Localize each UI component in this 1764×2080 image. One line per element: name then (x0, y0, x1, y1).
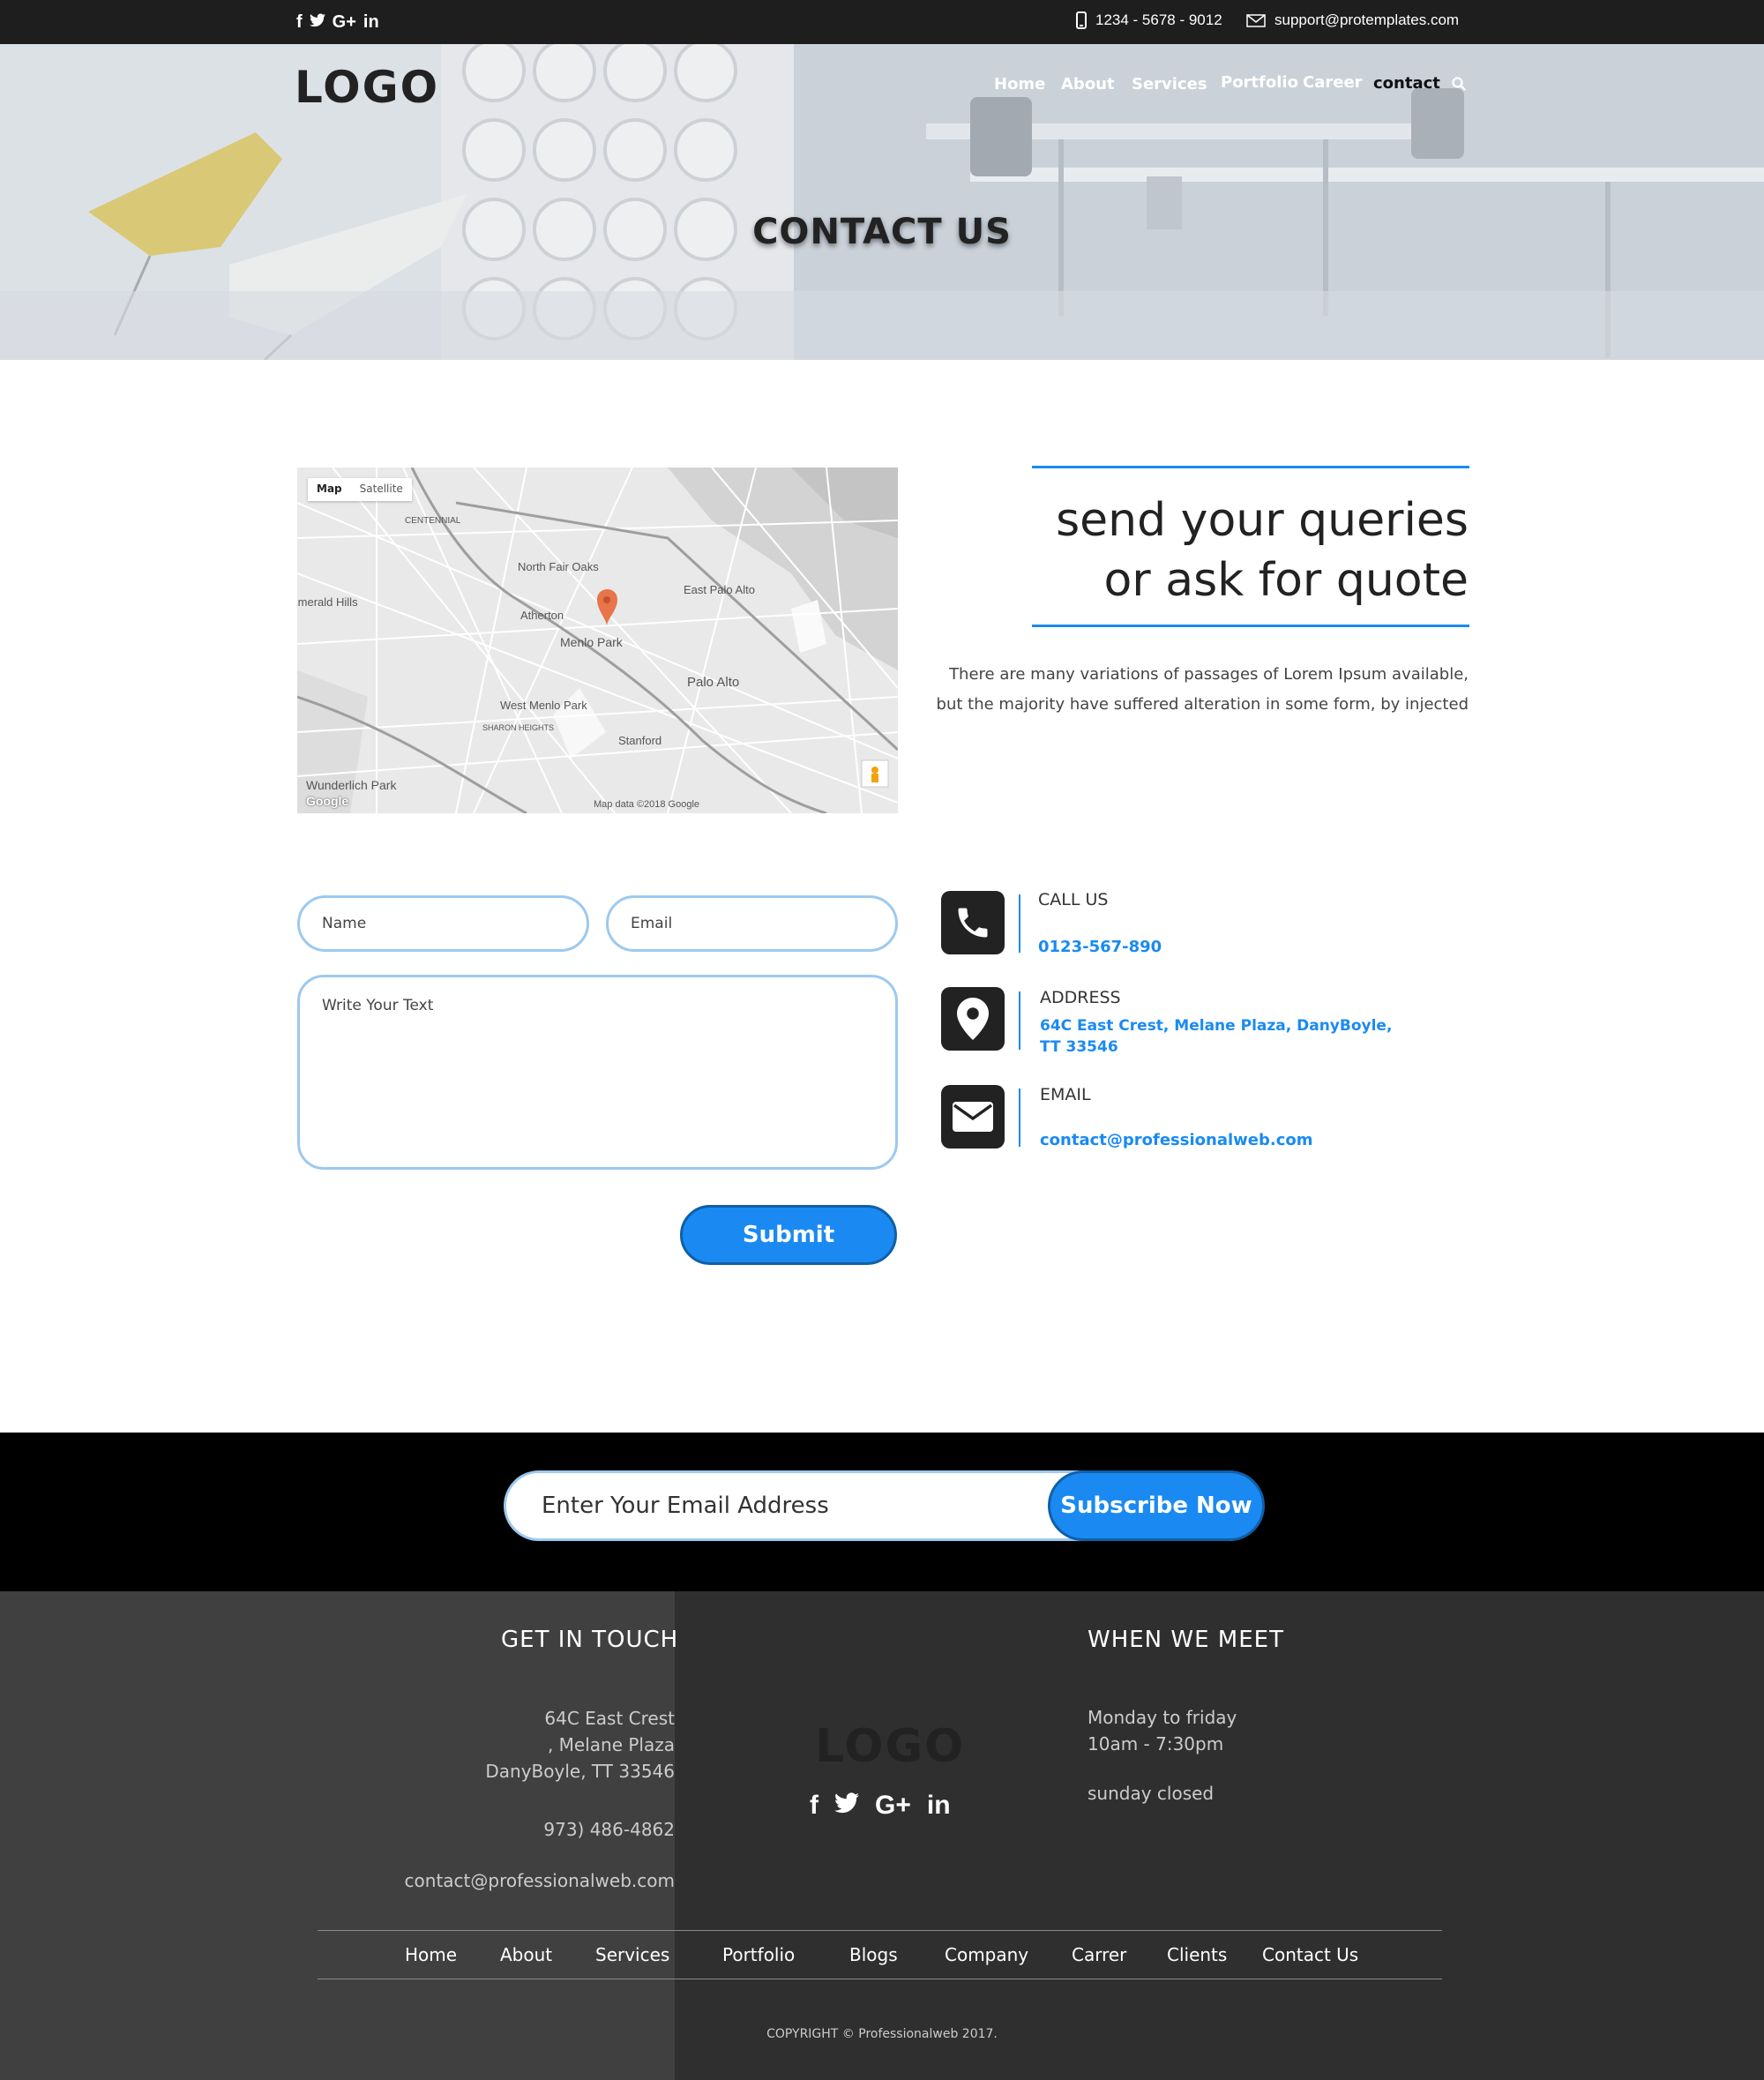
address-line2: TT 33546 (1040, 1038, 1118, 1056)
quote-paragraph-line2: but the majority have suffered alteratio… (936, 695, 1469, 714)
footer-address-2: , Melane Plaza (547, 1734, 675, 1755)
email-value[interactable]: contact@professionalweb.com (1040, 1130, 1313, 1151)
name-placeholder: Name (322, 915, 367, 932)
address-label: ADDRESS (1040, 988, 1121, 1007)
nav-services[interactable]: Services (1132, 75, 1207, 94)
footer-address-3: DanyBoyle, TT 33546 (485, 1761, 675, 1782)
footer-hours-days: Monday to friday (1088, 1707, 1237, 1728)
map-tab-map[interactable]: Map (308, 478, 351, 501)
footer-social-links: f G+ in (810, 1791, 951, 1821)
map-label: Wunderlich Park (306, 778, 397, 792)
email-divider (1019, 1089, 1020, 1147)
map-label: SHARON HEIGHTS (482, 723, 555, 732)
map-attribution: Map data ©2018 Google (594, 799, 700, 810)
facebook-icon[interactable]: f (296, 12, 303, 33)
linkedin-icon[interactable]: in (363, 12, 379, 33)
facebook-icon[interactable]: f (810, 1791, 818, 1821)
footer-link-blogs[interactable]: Blogs (849, 1944, 898, 1965)
heading-top-rule (1032, 466, 1469, 468)
top-social-links: f G+ in (296, 11, 379, 34)
call-value[interactable]: 0123-567-890 (1038, 937, 1162, 958)
map-label: North Fair Oaks (518, 560, 599, 573)
page-title: CONTACT US (752, 212, 1012, 252)
google-logo: Google (306, 794, 349, 808)
message-textarea[interactable]: Write Your Text (297, 975, 898, 1170)
nav-home[interactable]: Home (994, 75, 1045, 94)
submit-button[interactable]: Submit (680, 1205, 897, 1265)
map-label: Menlo Park (560, 635, 623, 649)
nav-portfolio[interactable]: Portfolio (1221, 73, 1298, 92)
when-we-meet-heading: WHEN WE MEET (1088, 1627, 1284, 1653)
map-label: West Menlo Park (500, 699, 587, 712)
search-icon[interactable] (1452, 77, 1466, 91)
site-logo[interactable]: LOGO (295, 62, 439, 113)
twitter-icon[interactable] (309, 12, 325, 33)
footer-hours-time: 10am - 7:30pm (1088, 1733, 1224, 1755)
map-label: Emerald Hills (297, 595, 358, 609)
topbar-email-text[interactable]: support@protemplates.com (1274, 11, 1459, 29)
google-plus-icon[interactable]: G+ (875, 1791, 911, 1821)
mobile-phone-icon (1076, 11, 1087, 29)
copyright-text: COPYRIGHT © Professionalweb 2017. (766, 2027, 998, 2041)
footer-link-home[interactable]: Home (405, 1944, 457, 1965)
google-plus-icon[interactable]: G+ (333, 12, 356, 33)
topbar-phone-text: 1234 - 5678 - 9012 (1095, 11, 1222, 28)
call-divider (1019, 894, 1020, 953)
envelope-icon (1246, 13, 1266, 27)
twitter-icon[interactable] (834, 1791, 859, 1821)
nav-about[interactable]: About (1061, 75, 1115, 94)
subscribe-button[interactable]: Subscribe Now (1048, 1470, 1265, 1541)
footer-link-services[interactable]: Services (595, 1944, 669, 1965)
hero-banner (0, 44, 1764, 360)
footer (0, 1591, 1764, 2080)
footer-phone: 973) 486-4862 (543, 1819, 675, 1840)
topbar-phone: 1234 - 5678 - 9012 (1076, 11, 1222, 29)
get-in-touch-heading: GET IN TOUCH (501, 1627, 679, 1653)
map-tab-satellite[interactable]: Satellite (351, 478, 412, 501)
nav-contact[interactable]: contact (1373, 74, 1440, 93)
map-label: CENTENNIAL (405, 516, 461, 526)
quote-heading-line2: or ask for quote (1103, 554, 1469, 607)
subscribe-placeholder: Enter Your Email Address (542, 1493, 829, 1519)
linkedin-icon[interactable]: in (927, 1791, 951, 1821)
footer-link-about[interactable]: About (500, 1944, 552, 1965)
top-bar: f G+ in 1234 - 5678 - 9012 support@prote… (0, 0, 1764, 44)
footer-links-top-rule (318, 1930, 1442, 1931)
footer-link-portfolio[interactable]: Portfolio (722, 1944, 795, 1965)
footer-link-clients[interactable]: Clients (1167, 1944, 1227, 1965)
email-input[interactable]: Email (606, 895, 898, 952)
quote-paragraph-line1: There are many variations of passages of… (949, 665, 1469, 684)
nav-career[interactable]: Career (1303, 73, 1363, 92)
address-divider (1019, 991, 1020, 1050)
topbar-email: support@protemplates.com (1246, 11, 1459, 29)
footer-email[interactable]: contact@professionalweb.com (405, 1870, 675, 1891)
map-label: Atherton (520, 609, 564, 622)
footer-logo[interactable]: LOGO (815, 1720, 965, 1773)
map-label: Palo Alto (687, 675, 740, 690)
phone-icon (941, 891, 1005, 954)
message-placeholder: Write Your Text (322, 997, 434, 1014)
location-pin-icon (941, 987, 1005, 1051)
footer-link-contact-us[interactable]: Contact Us (1262, 1944, 1358, 1965)
footer-link-carrer[interactable]: Carrer (1072, 1944, 1126, 1965)
map-label: Stanford (618, 734, 662, 747)
map-type-toggle: Map Satellite (308, 478, 412, 501)
footer-address-1: 64C East Crest (544, 1708, 675, 1729)
map-label: East Palo Alto (684, 583, 755, 596)
quote-heading-line1: send your queries (1056, 494, 1469, 547)
email-placeholder: Email (631, 915, 673, 932)
email-label: EMAIL (1040, 1085, 1091, 1104)
email-icon (941, 1085, 1005, 1148)
footer-closed: sunday closed (1088, 1783, 1215, 1804)
call-label: CALL US (1038, 890, 1109, 909)
heading-bottom-rule (1032, 625, 1469, 627)
address-line1: 64C East Crest, Melane Plaza, DanyBoyle, (1040, 1017, 1393, 1035)
name-input[interactable]: Name (297, 895, 589, 952)
footer-link-company[interactable]: Company (945, 1944, 1028, 1965)
google-map[interactable]: Map Satellite North Fair Oaks East Palo … (297, 468, 898, 813)
